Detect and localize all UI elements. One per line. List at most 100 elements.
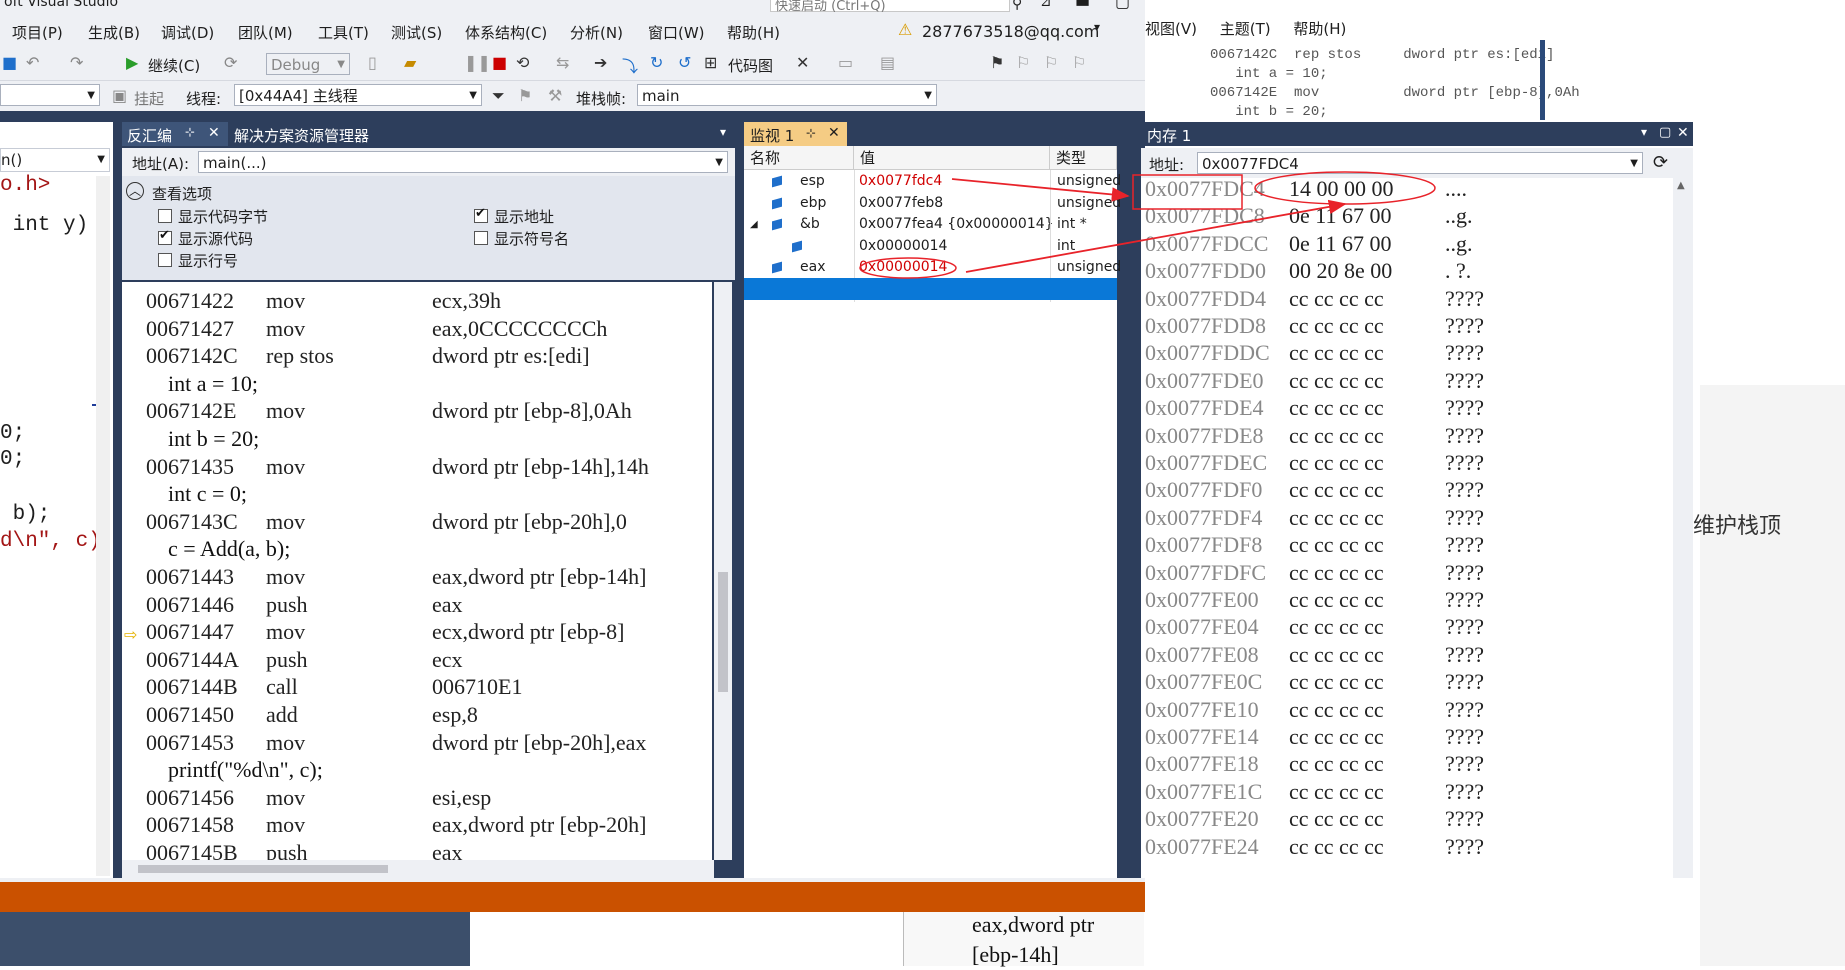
bg-menu-help[interactable]: 帮助(H): [1293, 20, 1346, 38]
disassembly-vscroll[interactable]: [714, 282, 732, 860]
watch-col-value[interactable]: 值: [854, 146, 1050, 170]
watch-row[interactable]: ebp 0x0077feb8 unsigned: [744, 193, 1121, 214]
menu-help[interactable]: 帮助(H): [727, 22, 780, 43]
tab-disassembly[interactable]: 反汇编: [127, 125, 172, 146]
watch-col-name[interactable]: 名称: [744, 146, 854, 170]
scroll-thumb[interactable]: [718, 572, 728, 692]
bookmark-prev-icon[interactable]: ⚐: [1016, 53, 1030, 72]
collapse-icon[interactable]: ︿: [126, 182, 144, 200]
menu-team[interactable]: 团队(M): [238, 22, 293, 43]
quick-launch-input[interactable]: 快速启动 (Ctrl+Q): [770, 0, 1010, 14]
menu-build[interactable]: 生成(B): [88, 22, 140, 43]
tab-watch[interactable]: 监视 1 ⊹ ✕: [744, 122, 847, 146]
chevron-down-icon[interactable]: ▾: [720, 125, 726, 139]
maximize-icon[interactable]: ▢: [1115, 0, 1130, 11]
attach-icon[interactable]: ▯: [368, 53, 377, 72]
scroll-thumb[interactable]: [138, 865, 388, 873]
step-icon[interactable]: ➔: [594, 53, 607, 72]
undo-icon[interactable]: ↶: [26, 53, 39, 72]
memory-address: 0x0077FDD0: [1145, 258, 1267, 284]
account-label[interactable]: 2877673518@qq.com: [922, 22, 1099, 41]
watch-col-type[interactable]: 类型: [1050, 146, 1117, 170]
watch-row[interactable]: 0x00000014 int: [744, 236, 1117, 257]
watch-row[interactable]: ◢ &b 0x0077fea4 {0x00000014} int *: [744, 214, 1117, 235]
menu-debug[interactable]: 调试(D): [161, 22, 214, 43]
bg-menu-theme[interactable]: 主题(T): [1220, 20, 1271, 38]
process-dropdown[interactable]: ▼: [0, 84, 100, 106]
show-code-bytes-checkbox[interactable]: [158, 209, 172, 223]
close-icon[interactable]: ✕: [828, 125, 840, 141]
tab-solution-explorer[interactable]: 解决方案资源管理器: [234, 125, 369, 146]
suspend-icon[interactable]: ▣: [112, 86, 127, 105]
notification-icon[interactable]: ⊿: [1040, 0, 1052, 10]
search-icon[interactable]: ⚲: [1012, 0, 1022, 12]
align-icon[interactable]: ▭: [838, 53, 853, 72]
menu-analyze[interactable]: 分析(N): [570, 22, 623, 43]
show-address-checkbox[interactable]: [474, 206, 488, 223]
thread-flag-icon[interactable]: ⚒: [548, 86, 562, 105]
close-icon[interactable]: ✕: [1677, 125, 1689, 141]
scroll-up-icon[interactable]: ▲: [1677, 180, 1685, 191]
bookmark-next-icon[interactable]: ⚐: [1044, 53, 1058, 72]
pin-icon[interactable]: ⊹: [806, 126, 816, 140]
menu-test[interactable]: 测试(S): [391, 22, 442, 43]
step-out-icon[interactable]: ↺: [678, 53, 691, 72]
memory-view[interactable]: 0x0077FDC4 14 00 00 00.... 0x0077FDC8 0e 11…: [1141, 178, 1673, 878]
memory-vscroll[interactable]: ▲: [1673, 178, 1693, 878]
code-map-icon[interactable]: ⊞: [704, 53, 717, 72]
account-dropdown-icon[interactable]: ▾: [1094, 20, 1100, 34]
watch-row[interactable]: esp 0x0077fdc4 unsigned: [744, 171, 1121, 192]
instruction-address: 0067142C: [146, 343, 238, 369]
chevron-down-icon[interactable]: ▾: [1641, 125, 1647, 139]
show-symbol-names-checkbox[interactable]: [474, 231, 488, 245]
close-icon[interactable]: ✕: [208, 125, 220, 141]
bookmark-icon[interactable]: ⚑: [990, 53, 1004, 72]
bg-menu-view[interactable]: 视图(V): [1145, 20, 1197, 38]
filter-icon[interactable]: ⏷: [492, 86, 505, 106]
disassembly-code[interactable]: 00671422 mov ecx,39h 00671427 mov eax,0CCCCCC…: [122, 282, 712, 860]
flag-icon[interactable]: ⚑: [518, 86, 532, 105]
menu-architecture[interactable]: 体系结构(C): [465, 22, 547, 43]
warning-icon[interactable]: ⚠: [898, 20, 912, 39]
editor-vscroll[interactable]: [96, 176, 110, 876]
pause-icon[interactable]: ❚❚: [464, 53, 491, 72]
minimize-icon[interactable]: ▬: [1075, 0, 1090, 11]
watch-empty-row-selected[interactable]: [744, 278, 1117, 300]
memory-address: 0x0077FDC8: [1145, 203, 1265, 229]
expand-icon[interactable]: ◢: [750, 214, 758, 235]
stack-frame-dropdown[interactable]: main ▼: [637, 84, 937, 106]
bookmark-clear-icon[interactable]: ⚐: [1072, 53, 1086, 72]
stop-icon[interactable]: ■: [492, 53, 507, 72]
watch-row[interactable]: eax 0x00000014 unsigned: [744, 257, 1121, 278]
show-next-icon[interactable]: ⇆: [556, 53, 569, 72]
suspend-button[interactable]: 挂起: [134, 88, 164, 109]
thread-dropdown[interactable]: [0x44A4] 主线程 ▼: [234, 84, 482, 106]
config-dropdown[interactable]: Debug ▼: [266, 53, 350, 75]
menu-project[interactable]: 项目(P): [12, 22, 63, 43]
show-line-numbers-checkbox[interactable]: [158, 253, 172, 267]
maximize-icon[interactable]: ▢: [1659, 125, 1671, 140]
code-map-button[interactable]: 代码图: [728, 55, 773, 76]
refresh-icon[interactable]: ⟳: [1653, 152, 1668, 173]
exception-icon[interactable]: ✕: [796, 53, 809, 72]
indent-icon[interactable]: ▤: [880, 53, 895, 72]
function-dropdown[interactable]: n() ▼: [0, 148, 110, 172]
find-icon[interactable]: ▰: [404, 53, 416, 72]
watch-type: unsigned: [1057, 259, 1122, 275]
view-options-panel: ︿ 查看选项 显示代码字节 显示地址显示源代码 显示符号名显示行号: [122, 176, 735, 280]
pin-icon[interactable]: ⊹: [185, 125, 195, 139]
restart-debug-icon[interactable]: ⟲: [516, 53, 529, 72]
step-into-icon[interactable]: ⤵: [622, 53, 638, 77]
show-source-checkbox[interactable]: [158, 228, 172, 245]
continue-icon[interactable]: ▶: [126, 53, 138, 72]
redo-icon[interactable]: ↷: [70, 53, 83, 72]
menu-window[interactable]: 窗口(W): [648, 22, 705, 43]
menu-tools[interactable]: 工具(T): [318, 22, 369, 43]
restart-icon[interactable]: ⟳: [224, 53, 237, 72]
memory-address-input[interactable]: 0x0077FDC4 ▼: [1197, 152, 1643, 174]
save-icon[interactable]: ■: [2, 53, 17, 72]
address-input[interactable]: main(...) ▼: [198, 151, 728, 173]
continue-button[interactable]: 继续(C): [148, 55, 200, 76]
disassembly-hscroll[interactable]: [122, 860, 714, 878]
step-over-icon[interactable]: ↻: [650, 53, 663, 72]
